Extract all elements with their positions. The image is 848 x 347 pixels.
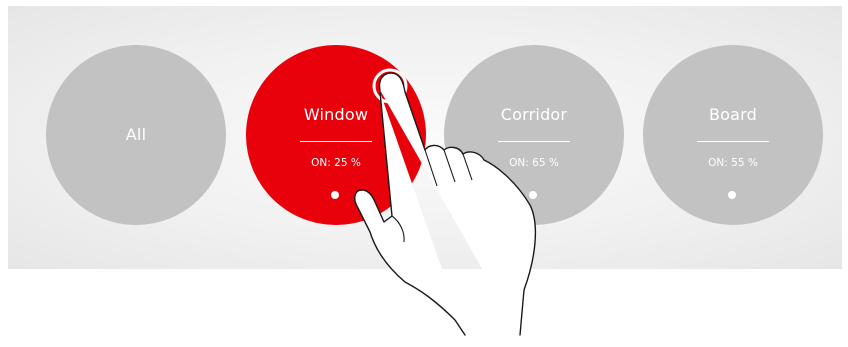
zone-divider xyxy=(498,141,570,142)
zone-label: Board xyxy=(708,105,758,124)
zone-label: All xyxy=(125,125,147,144)
zone-indicator-dot xyxy=(529,191,537,199)
zone-status: ON: 65 % xyxy=(509,157,559,169)
zone-all-button[interactable]: All xyxy=(46,45,226,225)
zone-label: Window xyxy=(303,105,369,124)
zone-divider xyxy=(300,141,372,142)
zone-status: ON: 25 % xyxy=(311,157,361,169)
zone-divider xyxy=(697,141,769,142)
zone-window-button[interactable]: Window ON: 25 % xyxy=(246,45,426,225)
zone-board-button[interactable]: Board ON: 55 % xyxy=(643,45,823,225)
zone-label: Corridor xyxy=(500,105,568,124)
zone-corridor-button[interactable]: Corridor ON: 65 % xyxy=(444,45,624,225)
zone-indicator-dot xyxy=(331,191,339,199)
zone-status: ON: 55 % xyxy=(708,157,758,169)
zone-indicator-dot xyxy=(728,191,736,199)
